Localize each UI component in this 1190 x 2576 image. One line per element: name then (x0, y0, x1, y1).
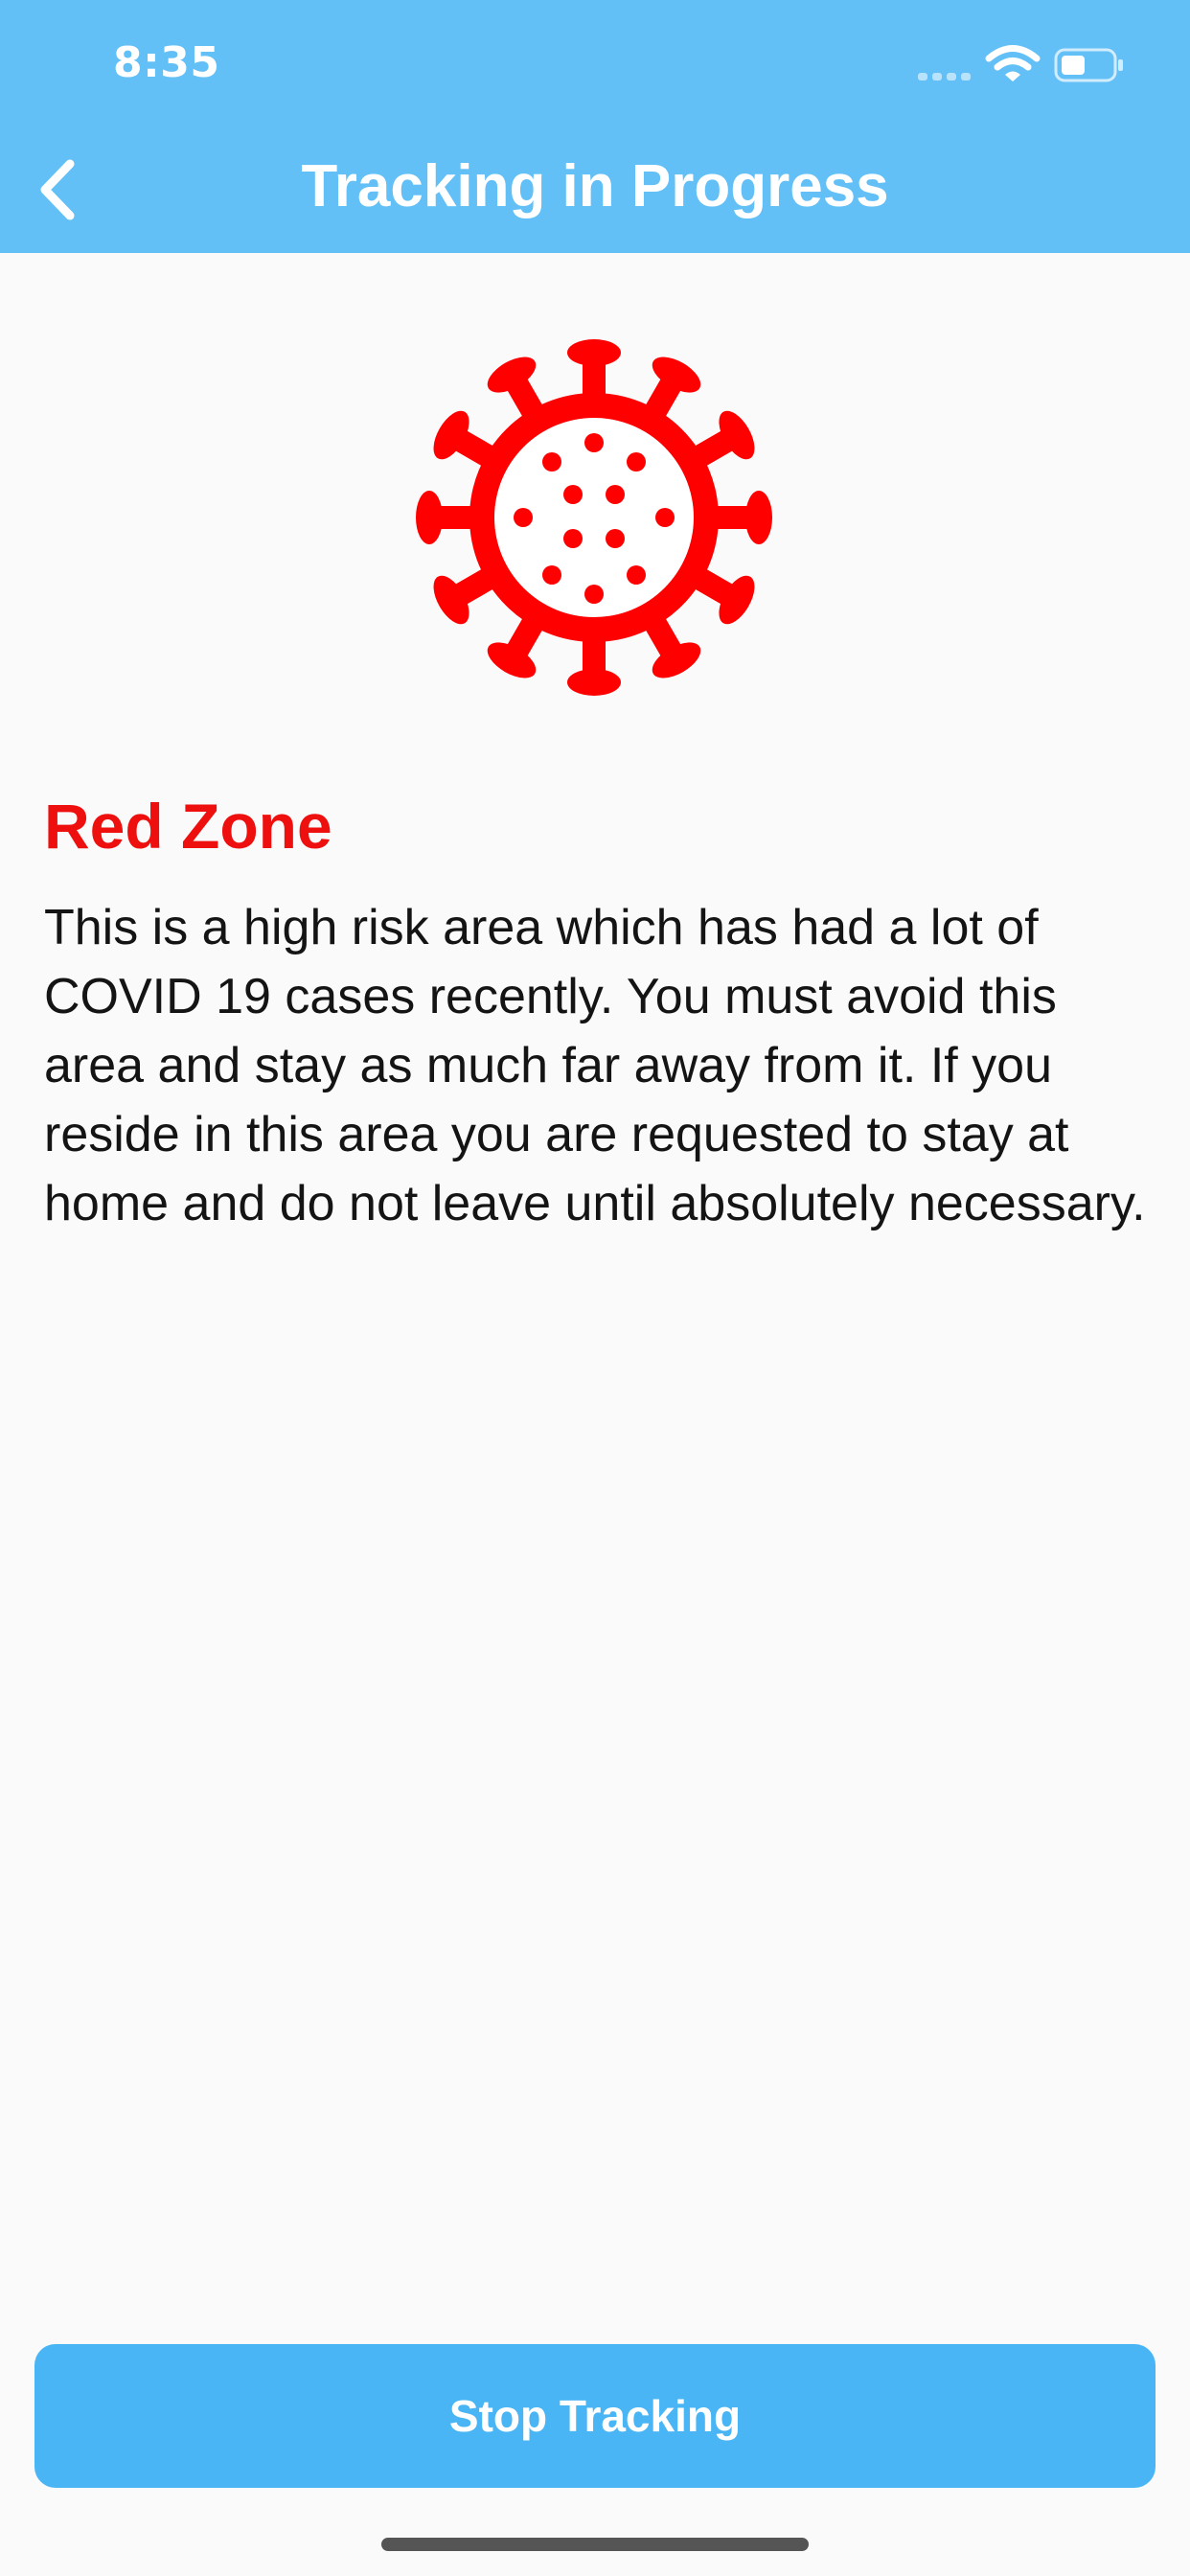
home-indicator (381, 2538, 809, 2551)
wifi-icon (985, 45, 1041, 81)
virus-icon (416, 339, 772, 696)
status-time: 8:35 (113, 38, 220, 87)
stop-tracking-button[interactable]: Stop Tracking (34, 2344, 1156, 2488)
zone-description: This is a high risk area which has had a… (44, 900, 1146, 1231)
zone-title: Red Zone (44, 791, 332, 862)
cellular-signal-icon (918, 73, 972, 80)
app-header: 8:35 Tracking in Progress (0, 0, 1190, 253)
page-title: Tracking in Progress (301, 153, 889, 219)
battery-icon (1054, 48, 1123, 82)
